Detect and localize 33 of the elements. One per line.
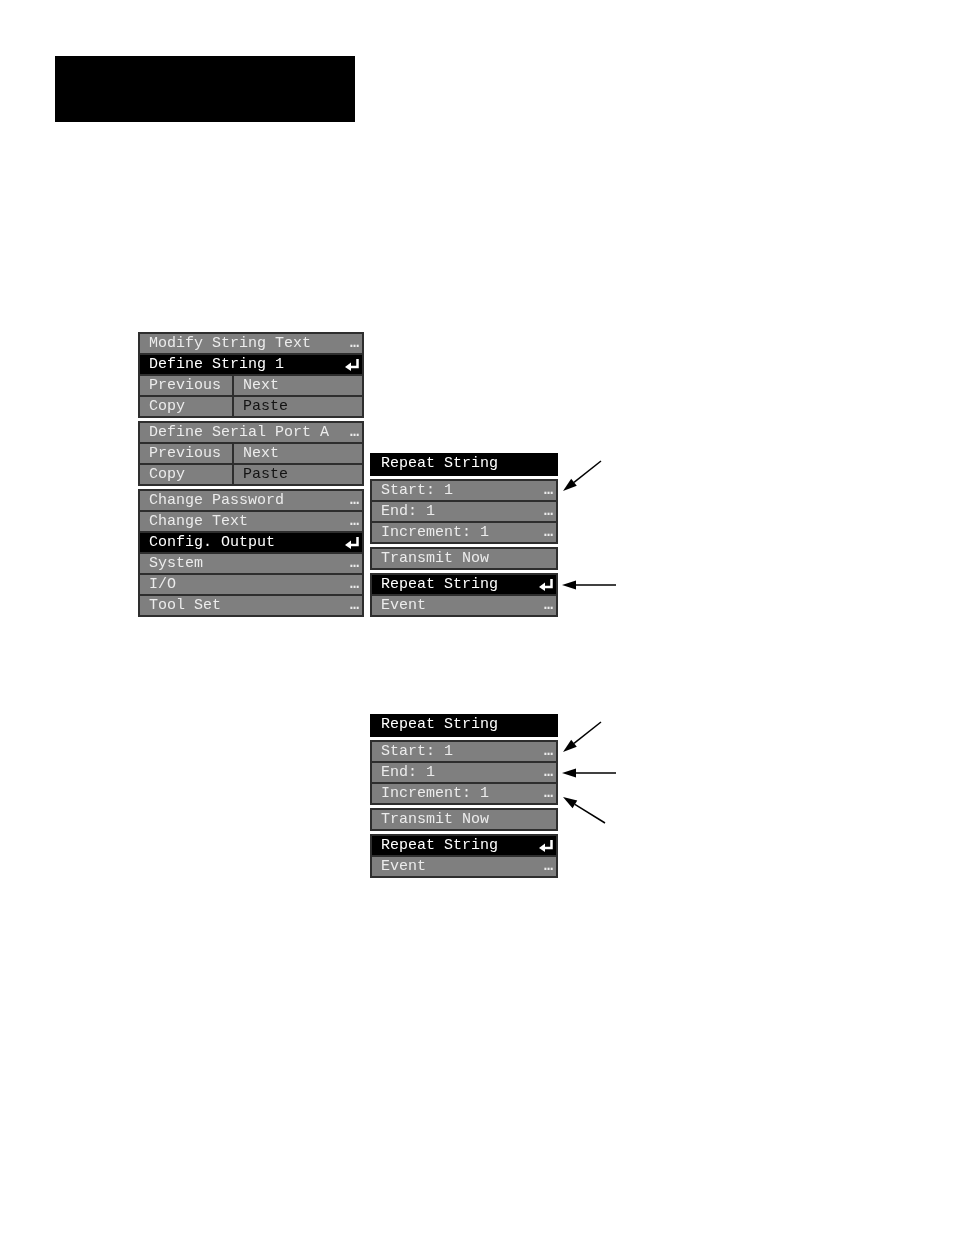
menu-item[interactable]: Change Text …	[140, 512, 362, 531]
menu-title: Repeat String	[370, 714, 558, 737]
callout-arrow	[562, 580, 616, 590]
menu-item[interactable]: I/O …	[140, 575, 362, 594]
menu-item[interactable]: Copy	[140, 397, 232, 416]
menu-item[interactable]: Copy	[140, 465, 232, 484]
menu-item[interactable]: Next	[234, 444, 362, 463]
menu-item[interactable]: System …	[140, 554, 362, 573]
menu-item[interactable]: Define Serial Port A …	[140, 423, 362, 442]
menu-item[interactable]: Tool Set …	[140, 596, 362, 615]
menu-item[interactable]: Define String 1	[140, 355, 362, 374]
callout-arrow	[562, 460, 602, 492]
menu-item[interactable]: Previous	[140, 376, 232, 395]
menu-item[interactable]: End: 1 …	[372, 502, 556, 521]
callout-arrow	[562, 768, 616, 778]
menu-item[interactable]: Event …	[372, 857, 556, 876]
enter-icon	[539, 578, 553, 591]
menu-item[interactable]: Repeat String	[372, 836, 556, 855]
menu-item[interactable]: Next	[234, 376, 362, 395]
callout-arrow	[562, 721, 602, 753]
enter-icon	[539, 839, 553, 852]
menu-item[interactable]: Modify String Text …	[140, 334, 362, 353]
menu-item[interactable]: Event …	[372, 596, 556, 615]
menu-item[interactable]: Previous	[140, 444, 232, 463]
callout-arrow	[562, 796, 606, 824]
menu-item[interactable]: Change Password …	[140, 491, 362, 510]
menu-title: Repeat String	[370, 453, 558, 476]
enter-icon	[345, 358, 359, 371]
menu-item[interactable]: Config. Output	[140, 533, 362, 552]
menu-item[interactable]: Transmit Now	[372, 810, 556, 829]
enter-icon	[345, 536, 359, 549]
menu-item[interactable]: Increment: 1 …	[372, 523, 556, 542]
menu-item[interactable]: Transmit Now	[372, 549, 556, 568]
